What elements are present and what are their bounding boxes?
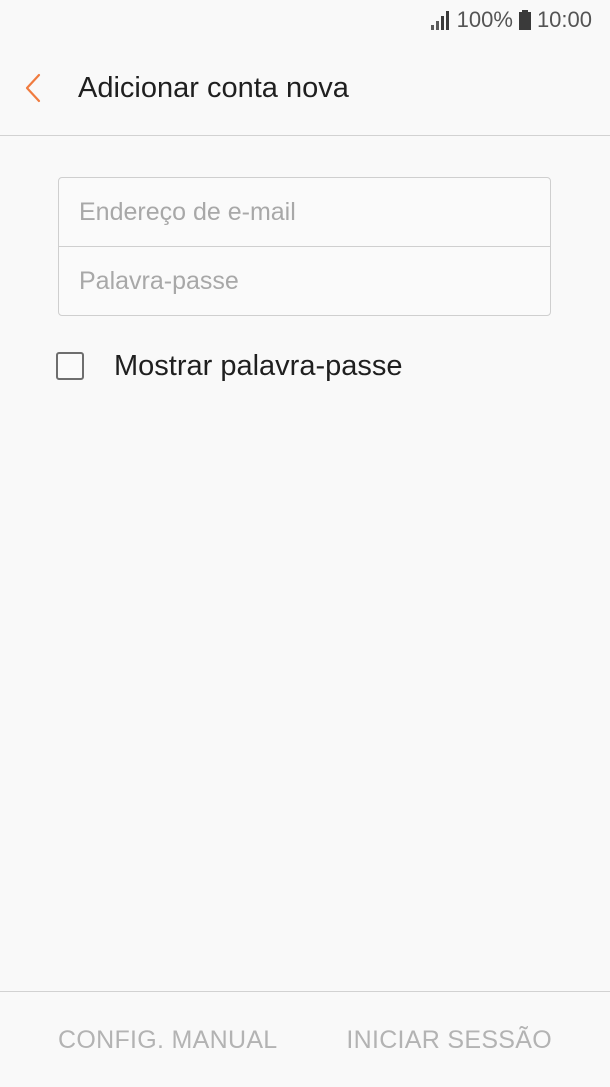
email-field[interactable] — [59, 178, 550, 246]
page-title: Adicionar conta nova — [78, 72, 349, 104]
password-field[interactable] — [59, 247, 550, 316]
manual-setup-button[interactable]: CONFIG. MANUAL — [58, 1026, 278, 1055]
sign-in-button[interactable]: INICIAR SESSÃO — [346, 1026, 552, 1055]
chevron-left-icon — [25, 73, 41, 103]
signal-icon — [430, 11, 449, 30]
email-field-container — [59, 178, 550, 247]
password-field-container — [59, 247, 550, 316]
battery-percent: 100% — [456, 7, 513, 32]
show-password-toggle[interactable]: Mostrar palavra-passe — [56, 346, 403, 386]
back-button[interactable] — [10, 62, 56, 114]
battery-icon — [518, 10, 531, 30]
clock: 10:00 — [536, 7, 592, 32]
app-bar: Adicionar conta nova — [0, 40, 610, 136]
status-indicators: 100% 10:00 — [430, 7, 592, 33]
show-password-label: Mostrar palavra-passe — [114, 349, 403, 382]
bottom-action-bar: CONFIG. MANUAL INICIAR SESSÃO — [0, 991, 610, 1087]
login-fields — [58, 177, 551, 316]
show-password-checkbox[interactable] — [56, 352, 84, 380]
status-bar: 100% 10:00 — [0, 0, 610, 40]
